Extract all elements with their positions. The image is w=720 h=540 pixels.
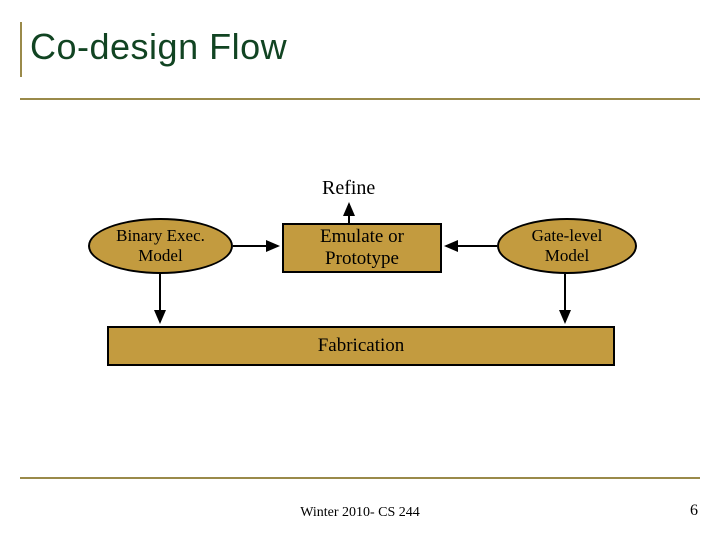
node-gate-level-label: Gate-level Model — [532, 226, 603, 265]
footer-page-number: 6 — [690, 502, 698, 520]
title-bar: Co-design Flow — [20, 22, 700, 100]
node-gate-level: Gate-level Model — [497, 218, 637, 274]
footer-center: Winter 2010- CS 244 — [0, 505, 720, 521]
node-fabrication-label: Fabrication — [318, 335, 405, 357]
refine-label: Refine — [322, 177, 375, 200]
node-binary-exec: Binary Exec. Model — [88, 218, 233, 274]
page-title: Co-design Flow — [30, 26, 287, 67]
node-fabrication: Fabrication — [107, 326, 615, 366]
slide: Co-design Flow Refine Binary Exec. Model… — [0, 0, 720, 540]
node-emulate-label: Emulate or Prototype — [320, 226, 404, 270]
node-binary-exec-label: Binary Exec. Model — [116, 226, 205, 265]
footer-rule — [20, 477, 700, 479]
node-emulate: Emulate or Prototype — [282, 223, 442, 273]
